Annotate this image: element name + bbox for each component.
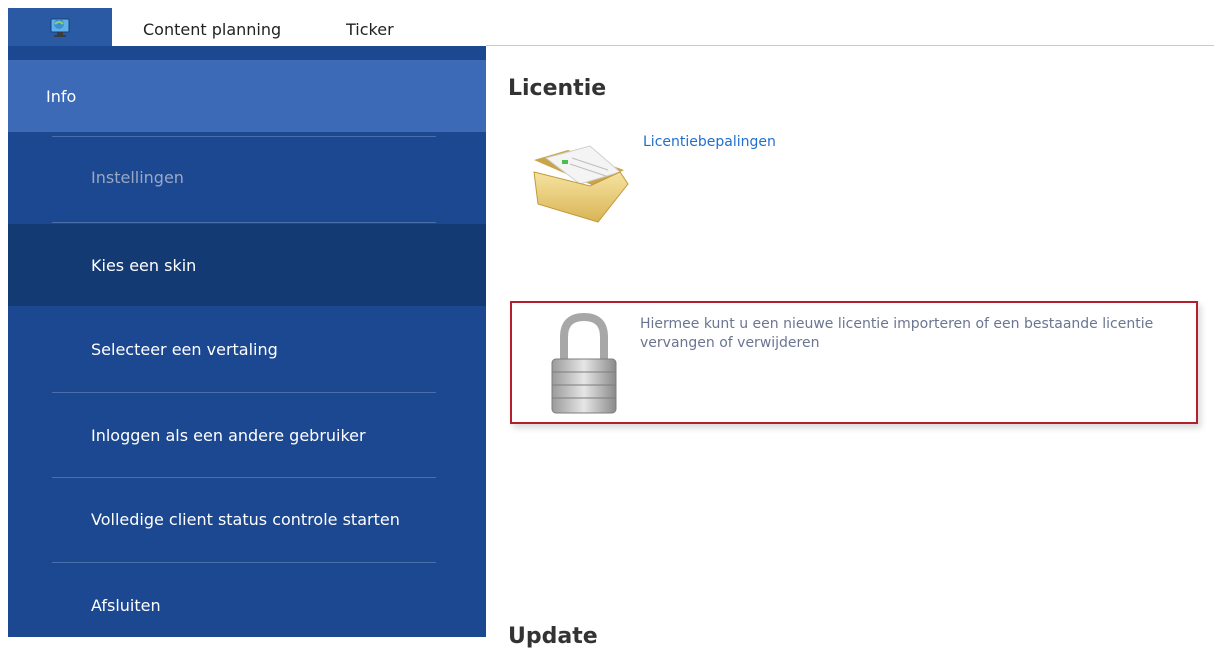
sidebar-item-translation[interactable]: Selecteer een vertaling <box>8 308 486 390</box>
import-license-description: Hiermee kunt u een nieuwe licentie impor… <box>640 316 1154 351</box>
sidebar-divider <box>52 392 436 393</box>
license-terms-link[interactable]: Licentiebepalingen <box>643 134 776 150</box>
page-title: Licentie <box>508 76 607 101</box>
sidebar-item-label: Volledige client status controle starten <box>91 509 400 529</box>
main-content: Licentie Licentiebepalingen Hiermee kunt… <box>486 46 1214 649</box>
monitor-globe-icon <box>50 18 70 37</box>
sidebar-item-label: Afsluiten <box>91 595 161 615</box>
sidebar-item-label: Info <box>46 86 77 106</box>
sidebar-divider <box>52 222 436 223</box>
top-tab-bar: Content planning Ticker <box>0 0 1214 46</box>
app-menu-button[interactable] <box>8 8 112 46</box>
sidebar-item-login[interactable]: Inloggen als een andere gebruiker <box>8 394 486 476</box>
sidebar-item-label: Inloggen als een andere gebruiker <box>91 425 366 445</box>
sidebar-divider <box>52 562 436 563</box>
sidebar-item-label: Instellingen <box>91 167 184 187</box>
sidebar-item-info[interactable]: Info <box>8 60 486 132</box>
sidebar-item-label: Selecteer een vertaling <box>91 339 278 359</box>
sidebar-item-settings[interactable]: Instellingen <box>8 136 486 218</box>
folder-icon <box>533 145 629 223</box>
license-terms-tile[interactable] <box>528 142 636 226</box>
tab-ticker[interactable]: Ticker <box>346 20 394 39</box>
tab-content-planning[interactable]: Content planning <box>143 20 281 39</box>
padlock-icon <box>551 312 617 414</box>
sidebar-item-label: Kies een skin <box>91 255 197 275</box>
sidebar-item-exit[interactable]: Afsluiten <box>8 564 486 646</box>
sidebar: Info Instellingen Kies een skin Selectee… <box>8 46 486 637</box>
import-license-box[interactable]: Hiermee kunt u een nieuwe licentie impor… <box>510 301 1198 424</box>
sidebar-item-status-check[interactable]: Volledige client status controle starten <box>8 478 486 560</box>
sidebar-item-skin[interactable]: Kies een skin <box>8 224 486 306</box>
padlock-tile <box>538 311 628 419</box>
